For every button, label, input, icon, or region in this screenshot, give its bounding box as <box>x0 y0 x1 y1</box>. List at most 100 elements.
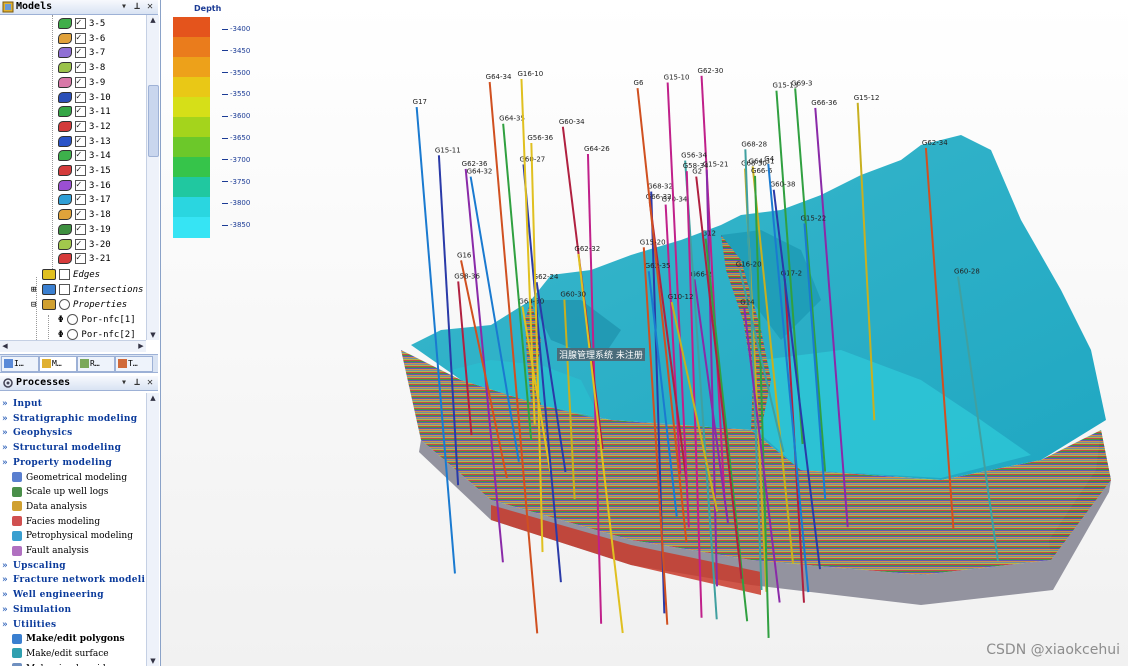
close-icon[interactable]: ✕ <box>144 0 156 13</box>
expand-chevron-icon[interactable]: » <box>2 588 8 602</box>
expand-chevron-icon[interactable]: » <box>2 426 8 440</box>
panel-menu-icon[interactable]: ▾ <box>118 376 130 389</box>
panel-menu-icon[interactable]: ▾ <box>118 0 130 13</box>
models-scrollbar[interactable]: ▲ ▼ <box>146 15 159 340</box>
layer-item[interactable]: 3-5 <box>58 16 105 31</box>
scroll-left-icon[interactable]: ◀ <box>0 341 10 352</box>
expand-chevron-icon[interactable]: » <box>2 559 8 573</box>
layer-checkbox[interactable] <box>75 16 86 30</box>
layer-checkbox[interactable] <box>75 134 86 148</box>
process-category[interactable]: » Structural modeling <box>0 441 121 455</box>
process-item[interactable]: Facies modeling <box>12 515 100 529</box>
3d-viewport[interactable]: G70-34 G68-32 G68-30 G69-3 G66-36 G64-34 G64-3… <box>161 0 1128 666</box>
process-item[interactable]: Make simple grid <box>12 662 106 666</box>
layer-checkbox[interactable] <box>75 251 86 265</box>
layer-checkbox[interactable] <box>75 178 86 192</box>
process-item[interactable]: Data analysis <box>12 500 87 514</box>
layer-checkbox[interactable] <box>75 207 86 221</box>
layer-checkbox[interactable] <box>75 31 86 45</box>
expand-toggle[interactable]: ⊞ <box>31 283 36 297</box>
layer-item[interactable]: 3-13 <box>58 134 111 149</box>
layer-checkbox[interactable] <box>75 119 86 133</box>
process-category[interactable]: » Property modeling <box>0 456 112 470</box>
property-item[interactable]: Φ Por-nfc[2] <box>58 328 136 340</box>
process-category[interactable]: » Simulation <box>0 603 71 617</box>
process-category[interactable]: » Geophysics <box>0 426 73 440</box>
process-item[interactable]: Scale up well logs <box>12 485 108 499</box>
edges-checkbox[interactable] <box>59 269 70 280</box>
scroll-thumb[interactable] <box>148 85 159 157</box>
layer-item[interactable]: 3-14 <box>58 148 111 163</box>
layer-item[interactable]: 3-17 <box>58 192 111 207</box>
layer-checkbox[interactable] <box>75 45 86 59</box>
layer-checkbox[interactable] <box>75 60 86 74</box>
property-radio[interactable] <box>67 329 79 340</box>
layer-item[interactable]: 3-8 <box>58 60 105 75</box>
process-item[interactable]: Geometrical modeling <box>12 471 127 485</box>
tab-models[interactable]: M… <box>39 356 77 372</box>
expand-chevron-icon[interactable]: » <box>2 618 8 632</box>
layer-item[interactable]: 3-16 <box>58 178 111 193</box>
layer-checkbox[interactable] <box>75 222 86 236</box>
tab-input[interactable]: I… <box>1 356 39 372</box>
layer-item[interactable]: 3-18 <box>58 207 111 222</box>
expand-chevron-icon[interactable]: » <box>2 441 8 455</box>
scroll-up-icon[interactable]: ▲ <box>147 15 159 25</box>
tab-templates[interactable]: T… <box>115 356 153 372</box>
scroll-right-icon[interactable]: ▶ <box>136 341 146 352</box>
layer-checkbox[interactable] <box>75 104 86 118</box>
tab-results[interactable]: R… <box>77 356 115 372</box>
process-item[interactable]: Make/edit surface <box>12 647 109 661</box>
layer-checkbox[interactable] <box>75 90 86 104</box>
intersections-checkbox[interactable] <box>59 284 70 295</box>
expand-chevron-icon[interactable]: » <box>2 456 8 470</box>
layer-item[interactable]: 3-12 <box>58 119 111 134</box>
pin-icon[interactable]: ⊥ <box>131 376 143 389</box>
layer-item[interactable]: 3-7 <box>58 45 105 60</box>
processes-scrollbar[interactable]: ▲ ▼ <box>146 393 159 666</box>
layer-checkbox[interactable] <box>75 192 86 206</box>
process-item[interactable]: Make/edit polygons <box>12 632 125 646</box>
layer-item[interactable]: 3-6 <box>58 31 105 46</box>
layer-item[interactable]: 3-19 <box>58 222 111 237</box>
layer-checkbox[interactable] <box>75 163 86 177</box>
layer-item[interactable]: 3-21 <box>58 251 111 266</box>
layer-checkbox[interactable] <box>75 237 86 251</box>
layer-item[interactable]: 3-9 <box>58 75 105 90</box>
process-category[interactable]: » Fracture network modeli <box>0 573 145 587</box>
models-hscrollbar[interactable]: ◀ ▶ <box>0 340 146 352</box>
layer-checkbox[interactable] <box>75 75 86 89</box>
tree-item-properties[interactable]: Properties <box>42 298 127 312</box>
pane-tabs: I… M… R… T… <box>0 354 158 373</box>
expand-chevron-icon[interactable]: » <box>2 573 8 587</box>
scroll-up-icon[interactable]: ▲ <box>147 393 159 403</box>
process-item[interactable]: Petrophysical modeling <box>12 529 133 543</box>
layer-label: 3-14 <box>89 151 111 162</box>
layer-icon <box>58 223 72 235</box>
tree-item-intersections[interactable]: Intersections <box>42 283 143 297</box>
process-category[interactable]: » Stratigraphic modeling <box>0 412 137 426</box>
layer-item[interactable]: 3-11 <box>58 104 111 119</box>
process-category[interactable]: » Utilities <box>0 618 56 632</box>
pin-icon[interactable]: ⊥ <box>131 0 143 13</box>
layer-item[interactable]: 3-20 <box>58 237 111 252</box>
layer-item[interactable]: 3-15 <box>58 163 111 178</box>
expand-toggle[interactable]: ⊟ <box>31 298 36 312</box>
process-category[interactable]: » Input <box>0 397 42 411</box>
close-icon[interactable]: ✕ <box>144 376 156 389</box>
scroll-down-icon[interactable]: ▼ <box>147 656 159 666</box>
property-item[interactable]: Φ Por-nfc[1] <box>58 313 136 327</box>
expand-chevron-icon[interactable]: » <box>2 603 8 617</box>
expand-chevron-icon[interactable]: » <box>2 397 8 411</box>
scroll-down-icon[interactable]: ▼ <box>147 330 159 340</box>
process-category[interactable]: » Well engineering <box>0 588 104 602</box>
tree-item-edges[interactable]: Edges <box>42 268 100 282</box>
process-item[interactable]: Fault analysis <box>12 544 89 558</box>
legend-swatch <box>173 77 210 98</box>
properties-radio[interactable] <box>59 299 70 310</box>
layer-checkbox[interactable] <box>75 148 86 162</box>
expand-chevron-icon[interactable]: » <box>2 412 8 426</box>
property-radio[interactable] <box>67 314 79 325</box>
process-category[interactable]: » Upscaling <box>0 559 66 573</box>
layer-item[interactable]: 3-10 <box>58 90 111 105</box>
